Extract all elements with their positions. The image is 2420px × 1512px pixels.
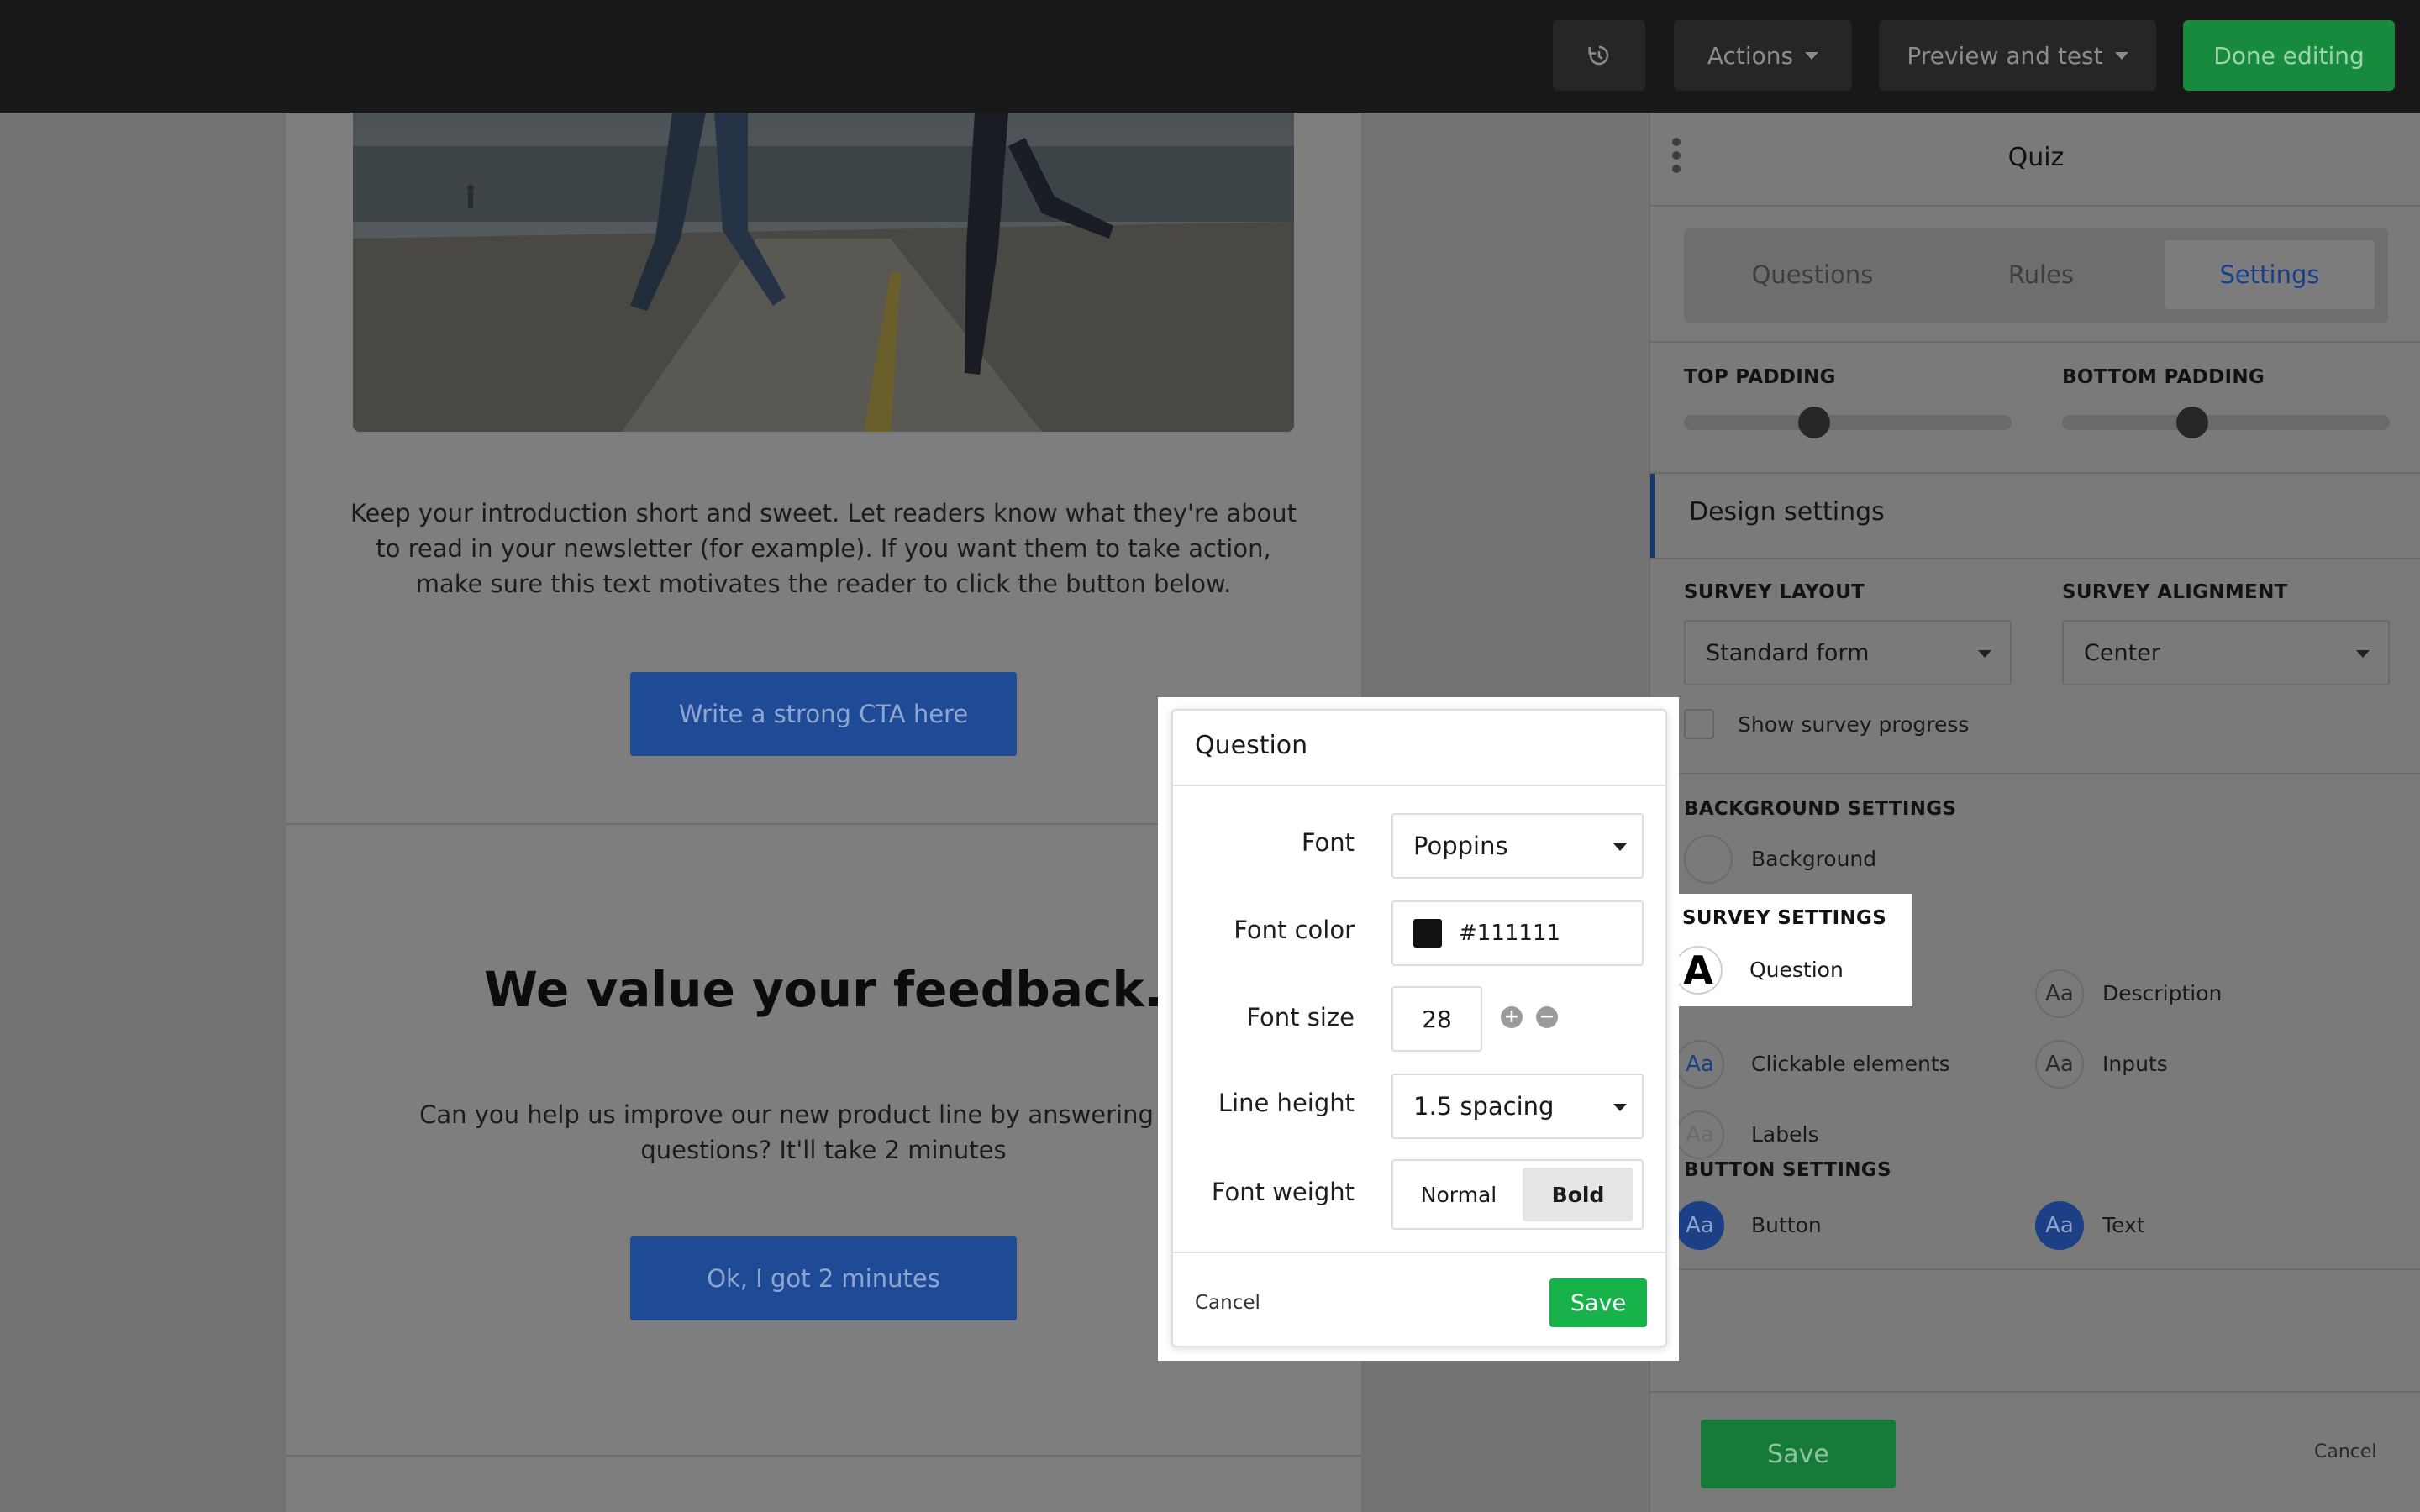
text-label: Text [2102, 1213, 2145, 1237]
bottom-padding-slider[interactable] [2062, 415, 2390, 430]
tab-questions[interactable]: Questions [1692, 240, 1933, 309]
clickable-elements-style-icon[interactable]: Aa [1676, 1040, 1724, 1089]
chevron-down-icon [1613, 1104, 1627, 1111]
beach-photo [353, 113, 1294, 432]
background-label: Background [1751, 847, 1877, 871]
button-style-icon[interactable]: Aa [1676, 1201, 1724, 1250]
font-color-field[interactable]: #111111 [1392, 900, 1644, 966]
divider [1650, 341, 2420, 343]
history-icon [1588, 45, 1609, 66]
line-height-label: Line height [1218, 1089, 1355, 1117]
question-style-popup: Question Font Poppins Font color #111111… [1171, 709, 1667, 1347]
line-height-value: 1.5 spacing [1413, 1092, 1555, 1121]
divider [1650, 1391, 2420, 1393]
survey-layout-label: SURVEY LAYOUT [1684, 581, 1865, 603]
survey-alignment-select[interactable]: Center [2062, 620, 2390, 685]
popup-save-button[interactable]: Save [1549, 1278, 1647, 1327]
weight-bold-option[interactable]: Bold [1523, 1168, 1634, 1221]
chevron-down-icon [2356, 650, 2370, 658]
hero-image[interactable] [353, 113, 1294, 432]
divider [1173, 1252, 1665, 1253]
chevron-down-icon [1613, 843, 1627, 851]
divider [1173, 785, 1665, 786]
section-accent-bar [1650, 474, 1655, 558]
design-settings-header[interactable]: Design settings [1689, 497, 1885, 527]
done-editing-button[interactable]: Done editing [2183, 20, 2395, 91]
font-color-value: #111111 [1459, 921, 1561, 946]
chevron-down-icon [1805, 51, 1819, 60]
top-padding-slider[interactable] [1684, 415, 2012, 430]
chevron-down-icon [2114, 51, 2128, 60]
description-label: Description [2102, 981, 2223, 1005]
feedback-text: Can you help us improve our new product … [419, 1100, 1228, 1164]
survey-layout-select[interactable]: Standard form [1684, 620, 2012, 685]
section-divider [286, 1455, 1361, 1457]
top-padding-handle[interactable] [1798, 407, 1830, 438]
divider [1650, 558, 2420, 559]
inputs-label: Inputs [2102, 1052, 2168, 1076]
popup-cancel-link[interactable]: Cancel [1195, 1292, 1260, 1314]
divider [1650, 1268, 2420, 1270]
survey-layout-value: Standard form [1706, 639, 1870, 666]
question-style-icon[interactable]: A [1674, 946, 1723, 995]
feedback-button[interactable]: Ok, I got 2 minutes [630, 1236, 1017, 1320]
question-label: Question [1749, 958, 1844, 982]
actions-dropdown[interactable]: Actions [1674, 20, 1852, 91]
panel-title: Quiz [2007, 143, 2065, 172]
labels-label: Labels [1751, 1122, 1819, 1147]
survey-settings-label: SURVEY SETTINGS [1682, 907, 1887, 929]
divider [1650, 773, 2420, 774]
button-label: Button [1751, 1213, 1822, 1237]
actions-label: Actions [1707, 41, 1794, 70]
popup-pointer [1665, 956, 1681, 983]
font-size-label: Font size [1246, 1003, 1355, 1032]
panel-save-button[interactable]: Save [1701, 1420, 1896, 1488]
cta-button[interactable]: Write a strong CTA here [630, 672, 1017, 756]
tab-rules[interactable]: Rules [1936, 240, 2146, 309]
inputs-style-icon[interactable]: Aa [2035, 1040, 2084, 1089]
popup-title: Question [1195, 731, 1308, 760]
font-weight-toggle: Normal Bold [1392, 1159, 1644, 1230]
background-settings-label: BACKGROUND SETTINGS [1684, 798, 1957, 820]
intro-text: Keep your introduction short and sweet. … [350, 499, 1297, 598]
panel-cancel-link[interactable]: Cancel [2314, 1441, 2377, 1462]
plus-circle-icon[interactable]: + [1501, 1006, 1523, 1028]
font-label: Font [1301, 828, 1355, 857]
panel-header: Quiz [1650, 113, 2420, 207]
font-weight-label: Font weight [1211, 1178, 1355, 1206]
button-settings-label: BUTTON SETTINGS [1684, 1159, 1891, 1181]
survey-settings-highlight: SURVEY SETTINGS A Question [1672, 894, 1912, 1006]
show-progress-checkbox[interactable] [1684, 709, 1714, 739]
chevron-down-icon [1978, 650, 1991, 658]
minus-circle-icon[interactable]: − [1536, 1006, 1558, 1028]
bottom-padding-label: BOTTOM PADDING [2062, 366, 2265, 388]
top-bar: Actions Preview and test Done editing [0, 0, 2420, 113]
labels-style-icon[interactable]: Aa [1676, 1110, 1724, 1159]
survey-alignment-label: SURVEY ALIGNMENT [2062, 581, 2288, 603]
font-value: Poppins [1413, 832, 1508, 860]
history-button[interactable] [1553, 20, 1645, 91]
description-style-icon[interactable]: Aa [2035, 969, 2084, 1018]
show-progress-label: Show survey progress [1738, 712, 1970, 737]
line-height-select[interactable]: 1.5 spacing [1392, 1074, 1644, 1139]
clickable-elements-label: Clickable elements [1751, 1052, 1950, 1076]
survey-alignment-value: Center [2084, 639, 2160, 666]
font-select[interactable]: Poppins [1392, 813, 1644, 879]
panel-tabs: Questions Rules Settings [1684, 228, 2388, 323]
top-padding-label: TOP PADDING [1684, 366, 1836, 388]
font-color-label: Font color [1234, 916, 1355, 944]
preview-label: Preview and test [1907, 41, 2103, 70]
bottom-padding-handle[interactable] [2176, 407, 2208, 438]
button-text-style-icon[interactable]: Aa [2035, 1201, 2084, 1250]
divider [1650, 472, 2420, 474]
font-size-input[interactable]: 28 [1392, 986, 1482, 1052]
color-swatch[interactable] [1413, 919, 1442, 948]
weight-normal-option[interactable]: Normal [1400, 1168, 1518, 1221]
tab-settings[interactable]: Settings [2165, 240, 2375, 309]
background-swatch[interactable] [1684, 835, 1733, 884]
preview-dropdown[interactable]: Preview and test [1879, 20, 2156, 91]
settings-panel: Quiz Questions Rules Settings TOP PADDIN… [1649, 113, 2420, 1512]
